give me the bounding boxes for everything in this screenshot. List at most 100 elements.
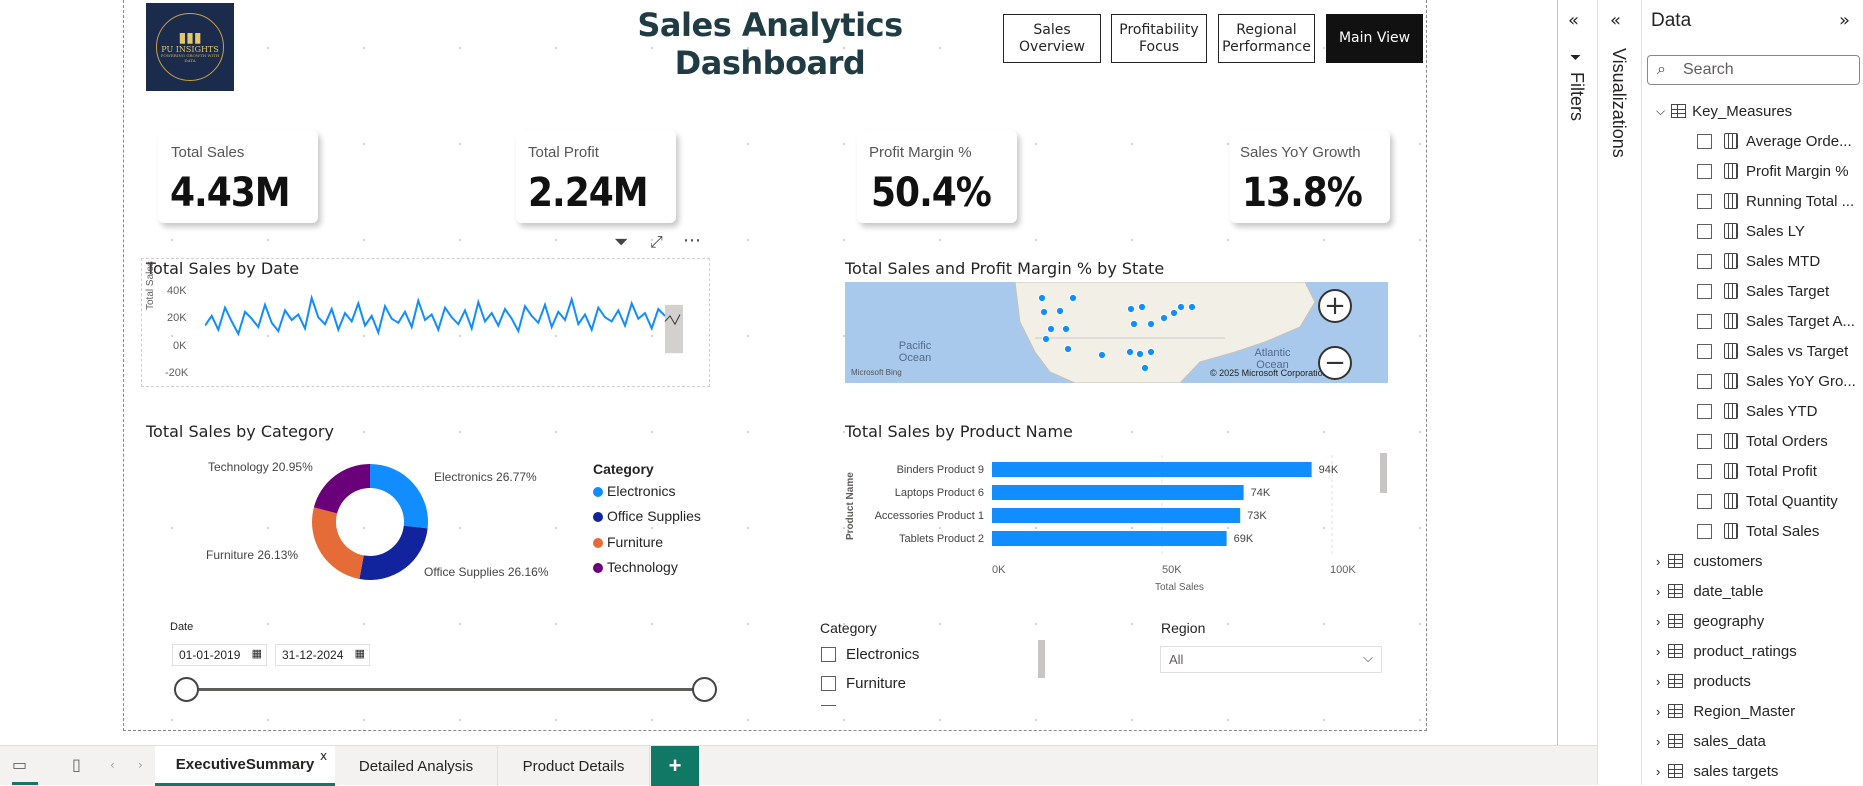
- donut-slice-electronics: [370, 464, 428, 529]
- table-item[interactable]: › sales_data: [1656, 726, 1766, 756]
- legend-item-furniture[interactable]: Furniture: [593, 534, 663, 550]
- category-option-furniture[interactable]: Furniture: [821, 675, 906, 692]
- checkbox[interactable]: [1697, 493, 1712, 509]
- tab-detailed-analysis[interactable]: Detailed Analysis: [335, 746, 498, 786]
- checkbox[interactable]: [1697, 463, 1712, 479]
- nav-regional-button[interactable]: Regional Performance: [1218, 14, 1315, 63]
- start-date-input[interactable]: 01-01-2019 ▦: [172, 644, 267, 666]
- table-key-measures[interactable]: ⌵ Key_Measures: [1656, 96, 1792, 126]
- state-map[interactable]: Pacific Ocean Atlantic Ocean © 2025 Micr…: [845, 282, 1388, 383]
- table-icon: [1668, 764, 1684, 778]
- measure-item[interactable]: Sales Target A...: [1697, 306, 1855, 336]
- add-page-button[interactable]: +: [651, 746, 699, 786]
- measure-item[interactable]: Average Orde...: [1697, 126, 1852, 156]
- measure-item[interactable]: Running Total ...: [1697, 186, 1854, 216]
- donut-chart[interactable]: [300, 452, 440, 592]
- checkbox[interactable]: [1697, 193, 1712, 209]
- nav-profitability-button[interactable]: Profitability Focus: [1111, 14, 1207, 63]
- nav-main-view-button[interactable]: Main View: [1326, 14, 1423, 63]
- measure-item[interactable]: Profit Margin %: [1697, 156, 1849, 186]
- date-range-start-handle[interactable]: [174, 677, 199, 702]
- desktop-layout-icon[interactable]: ▭: [12, 755, 27, 774]
- bar: [992, 462, 1312, 477]
- chevron-right-icon[interactable]: ›: [1656, 614, 1660, 629]
- checkbox[interactable]: [1697, 523, 1712, 539]
- checkbox[interactable]: [1697, 313, 1712, 329]
- measure-item[interactable]: Sales LY: [1697, 216, 1805, 246]
- table-item[interactable]: › Region_Master: [1656, 696, 1795, 726]
- mobile-layout-icon[interactable]: ▯: [72, 755, 81, 774]
- measure-item[interactable]: Sales vs Target: [1697, 336, 1848, 366]
- map-zoom-out-button[interactable]: −: [1318, 346, 1352, 380]
- chevron-right-icon[interactable]: ›: [1656, 644, 1660, 659]
- table-name: sales_data: [1693, 732, 1766, 750]
- chevron-right-icon[interactable]: ›: [1656, 554, 1660, 569]
- checkbox[interactable]: [1697, 433, 1712, 449]
- measure-item[interactable]: Total Orders: [1697, 426, 1828, 456]
- legend-item-technology[interactable]: Technology: [593, 559, 678, 575]
- table-item[interactable]: › product_ratings: [1656, 636, 1797, 666]
- donut-slice-label: Office Supplies 26.16%: [424, 565, 549, 579]
- table-item[interactable]: › geography: [1656, 606, 1764, 636]
- donut-slice-label: Electronics 26.77%: [434, 470, 537, 484]
- prev-page-icon[interactable]: ‹: [110, 758, 115, 772]
- checkbox[interactable]: [1697, 253, 1712, 269]
- visualizations-pane[interactable]: « Visualizations: [1597, 0, 1641, 785]
- checkbox[interactable]: [821, 647, 836, 662]
- checkbox[interactable]: [1697, 403, 1712, 419]
- measure-item[interactable]: Sales Target: [1697, 276, 1829, 306]
- measure-item[interactable]: Sales YoY Gro...: [1697, 366, 1856, 396]
- checkbox[interactable]: [1697, 283, 1712, 299]
- filters-pane-label[interactable]: Filters: [1566, 72, 1587, 121]
- filters-pane[interactable]: « ⏷ Filters: [1557, 0, 1597, 745]
- legend-item-office-supplies[interactable]: Office Supplies: [593, 508, 701, 524]
- category-option-electronics[interactable]: Electronics: [821, 646, 919, 663]
- calendar-icon[interactable]: ▦: [355, 647, 365, 660]
- checkbox[interactable]: [821, 676, 836, 691]
- table-item[interactable]: › products: [1656, 666, 1751, 696]
- data-pane-title: Data: [1651, 10, 1692, 31]
- close-tab-icon[interactable]: x: [320, 749, 327, 763]
- measure-item[interactable]: Sales YTD: [1697, 396, 1817, 426]
- checkbox[interactable]: [1697, 373, 1712, 389]
- checkbox[interactable]: [1697, 133, 1712, 149]
- chevron-right-icon[interactable]: ›: [1656, 764, 1660, 779]
- measure-item[interactable]: Sales MTD: [1697, 246, 1820, 276]
- chevron-down-icon[interactable]: ⌵: [1656, 104, 1665, 119]
- measure-item[interactable]: Total Profit: [1697, 456, 1817, 486]
- checkbox[interactable]: [1697, 343, 1712, 359]
- collapse-data-pane-icon[interactable]: »: [1839, 10, 1850, 31]
- checkbox[interactable]: [1697, 163, 1712, 179]
- category-label: Tablets Product 2: [899, 533, 984, 545]
- measure-item[interactable]: Total Quantity: [1697, 486, 1838, 516]
- measure-item[interactable]: Total Sales: [1697, 516, 1819, 546]
- tab-product-details[interactable]: Product Details: [498, 746, 650, 786]
- chevron-right-icon[interactable]: ›: [1656, 704, 1660, 719]
- collapse-visualizations-icon[interactable]: «: [1610, 10, 1621, 31]
- map-zoom-in-button[interactable]: +: [1318, 289, 1352, 323]
- tab-executive-summary[interactable]: ExecutiveSummary: [155, 746, 335, 786]
- category-slicer-scrollbar[interactable]: [1038, 640, 1045, 678]
- table-icon: [1668, 614, 1684, 628]
- checkbox[interactable]: [1697, 223, 1712, 239]
- nav-sales-overview-button[interactable]: Sales Overview: [1003, 14, 1101, 63]
- chevron-right-icon[interactable]: ›: [1656, 674, 1660, 689]
- table-item[interactable]: › date_table: [1656, 576, 1763, 606]
- date-range-end-handle[interactable]: [692, 677, 717, 702]
- next-page-icon[interactable]: ›: [138, 758, 143, 772]
- end-date-input[interactable]: 31-12-2024 ▦: [275, 644, 370, 666]
- table-item[interactable]: › customers: [1656, 546, 1763, 576]
- chevron-right-icon[interactable]: ›: [1656, 734, 1660, 749]
- region-dropdown[interactable]: All ⌵: [1160, 646, 1382, 673]
- table-item[interactable]: › sales targets: [1656, 756, 1778, 786]
- legend-item-electronics[interactable]: Electronics: [593, 483, 675, 499]
- bar-chart-scrollbar[interactable]: [1380, 453, 1387, 493]
- focus-mode-icon[interactable]: ⤢: [650, 232, 663, 252]
- filter-icon[interactable]: ⏷: [614, 232, 628, 253]
- data-search-box[interactable]: ⌕ Search: [1647, 55, 1860, 85]
- more-options-icon[interactable]: ⋯: [683, 230, 701, 251]
- chevron-right-icon[interactable]: ›: [1656, 584, 1660, 599]
- collapse-filters-icon[interactable]: «: [1568, 10, 1579, 31]
- visualizations-pane-label[interactable]: Visualizations: [1608, 48, 1629, 158]
- calendar-icon[interactable]: ▦: [252, 647, 262, 660]
